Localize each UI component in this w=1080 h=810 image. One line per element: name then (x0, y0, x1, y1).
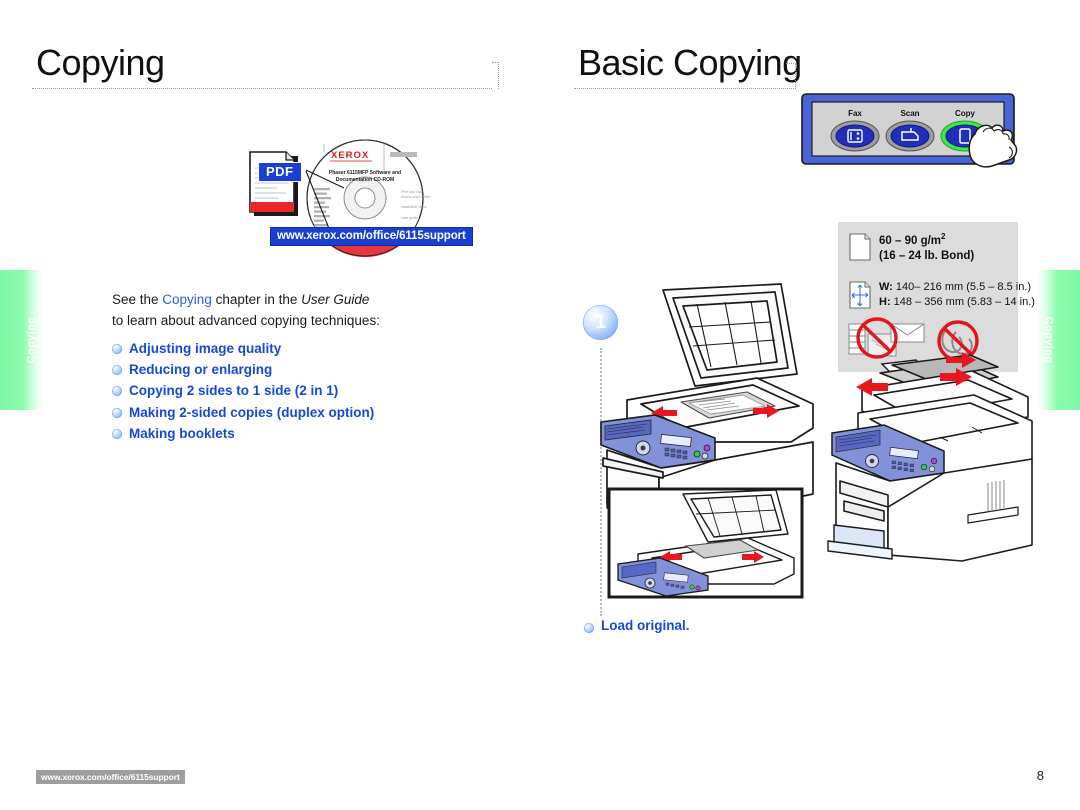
left-section-title: Copying (36, 42, 165, 83)
paper-width-value: 140– 216 mm (5.5 – 8.5 in.) (895, 281, 1032, 293)
paper-dimensions-icon: W H (849, 281, 871, 309)
paper-weight-text: 60 – 90 g/m2 (16 – 24 lb. Bond) (879, 232, 974, 265)
copying-topics-list: Adjusting image quality Reducing or enla… (112, 339, 492, 443)
right-header-rule-tick (786, 63, 796, 89)
svg-text:XEROX: XEROX (331, 150, 369, 161)
intro-line-2: to learn about advanced copying techniqu… (112, 312, 380, 328)
paper-weight-metric-value: 60 – 90 g/m (879, 234, 942, 247)
step-caption-label: Load original. (601, 618, 690, 633)
svg-text:Fax: Fax (848, 109, 862, 118)
printer-closeup-inset-illustration (607, 487, 804, 599)
svg-text:Documentation CD-ROM: Documentation CD-ROM (336, 177, 394, 183)
printer-document-feeder-illustration (827, 352, 1033, 562)
right-section-title: Basic Copying (578, 42, 802, 83)
list-item-label: Making 2-sided copies (duplex option) (129, 404, 375, 420)
bullet-dot-icon (112, 386, 122, 397)
intro-line-1: See the Copying chapter in the User Guid… (112, 290, 492, 311)
svg-text:Scan: Scan (900, 109, 919, 118)
printer-open-platen-illustration (600, 283, 814, 513)
pdf-badge: PDF (258, 162, 302, 182)
left-header-rule (32, 88, 492, 89)
intro-user-guide: User Guide (301, 292, 370, 307)
paper-weight-superscript: 2 (941, 232, 946, 241)
cd-rom-illustration: XEROX Phaser 6115MFP Software and Docume… (232, 139, 480, 268)
paper-height-value: 148 – 356 mm (5.83 – 14 in.) (893, 295, 1035, 308)
svg-text:Copy: Copy (955, 109, 976, 118)
right-header-rule (574, 88, 796, 89)
bullet-dot-icon (112, 365, 122, 376)
control-panel-illustration: Fax Scan Copy (800, 92, 1062, 197)
list-item[interactable]: Reducing or enlarging (112, 360, 492, 379)
paper-height-line: H: 148 – 356 mm (5.83 – 14 in.) (879, 295, 1035, 310)
paper-sheet-icon (849, 233, 871, 261)
paper-dimensions-text: W: 140– 216 mm (5.5 – 8.5 in.) H: 148 – … (879, 280, 1035, 310)
list-item[interactable]: Making 2-sided copies (duplex option) (112, 403, 492, 422)
cd-url-banner: www.xerox.com/office/6115support (270, 227, 473, 246)
paper-width-label: W: (879, 281, 893, 293)
svg-text:W: W (852, 295, 856, 300)
list-item[interactable]: Making booklets (112, 424, 492, 443)
bullet-dot-icon (112, 407, 122, 418)
svg-text:Drivers and Utilities: Drivers and Utilities (401, 195, 431, 199)
control-panel-graphic: Fax Scan Copy (801, 93, 1018, 168)
right-section-header: Basic Copying (578, 45, 802, 81)
svg-text:User guide: User guide (401, 216, 418, 220)
paper-specification-box: 60 – 90 g/m2 (16 – 24 lb. Bond) W H W: 1… (838, 222, 1035, 374)
list-item-label: Adjusting image quality (129, 340, 282, 356)
side-tab-left-label: Copying (25, 316, 38, 364)
intro-prefix: See the (112, 292, 163, 307)
svg-text:Phaser 6115MFP Software and: Phaser 6115MFP Software and (329, 170, 401, 176)
intro-text-block: See the Copying chapter in the User Guid… (112, 290, 492, 445)
side-tab-left-copying: Copying (0, 270, 42, 410)
svg-text:Print and Scan: Print and Scan (401, 190, 423, 194)
hand-pointer-graphic (968, 124, 1018, 168)
page-number: 8 (1036, 768, 1044, 783)
paper-weight-imperial: (16 – 24 lb. Bond) (879, 250, 975, 263)
footer-url[interactable]: www.xerox.com/office/6115support (36, 770, 185, 784)
step-caption: Load original. (584, 618, 690, 633)
intro-mid: chapter in the (211, 292, 302, 307)
paper-weight-metric: 60 – 90 g/m2 (879, 232, 974, 249)
svg-text:H: H (857, 301, 860, 306)
bullet-dot-icon (112, 343, 122, 354)
list-item-label: Making booklets (129, 426, 235, 442)
intro-link-copying[interactable]: Copying (162, 292, 212, 307)
list-item[interactable]: Copying 2 sides to 1 side (2 in 1) (112, 381, 492, 400)
left-header-rule-tick (492, 62, 499, 89)
left-section-header: Copying (36, 45, 165, 81)
left-header-rule-top (492, 62, 498, 63)
paper-weight-row: 60 – 90 g/m2 (16 – 24 lb. Bond) (848, 232, 974, 265)
manual-page: Copying Copying Copying Basic Copying XE… (0, 0, 1080, 810)
bullet-dot-icon (584, 623, 594, 633)
paper-dimensions-row: W H W: 140– 216 mm (5.5 – 8.5 in.) H: 14… (848, 280, 1035, 310)
list-item[interactable]: Adjusting image quality (112, 339, 492, 358)
svg-text:Installation Video: Installation Video (401, 205, 427, 209)
cd-rom-graphic: XEROX Phaser 6115MFP Software and Docume… (249, 139, 431, 258)
paper-width-line: W: 140– 216 mm (5.5 – 8.5 in.) (879, 280, 1035, 295)
list-item-label: Copying 2 sides to 1 side (2 in 1) (129, 383, 339, 399)
list-item-label: Reducing or enlarging (129, 362, 273, 378)
bullet-dot-icon (112, 429, 122, 440)
paper-height-label: H: (879, 295, 891, 308)
